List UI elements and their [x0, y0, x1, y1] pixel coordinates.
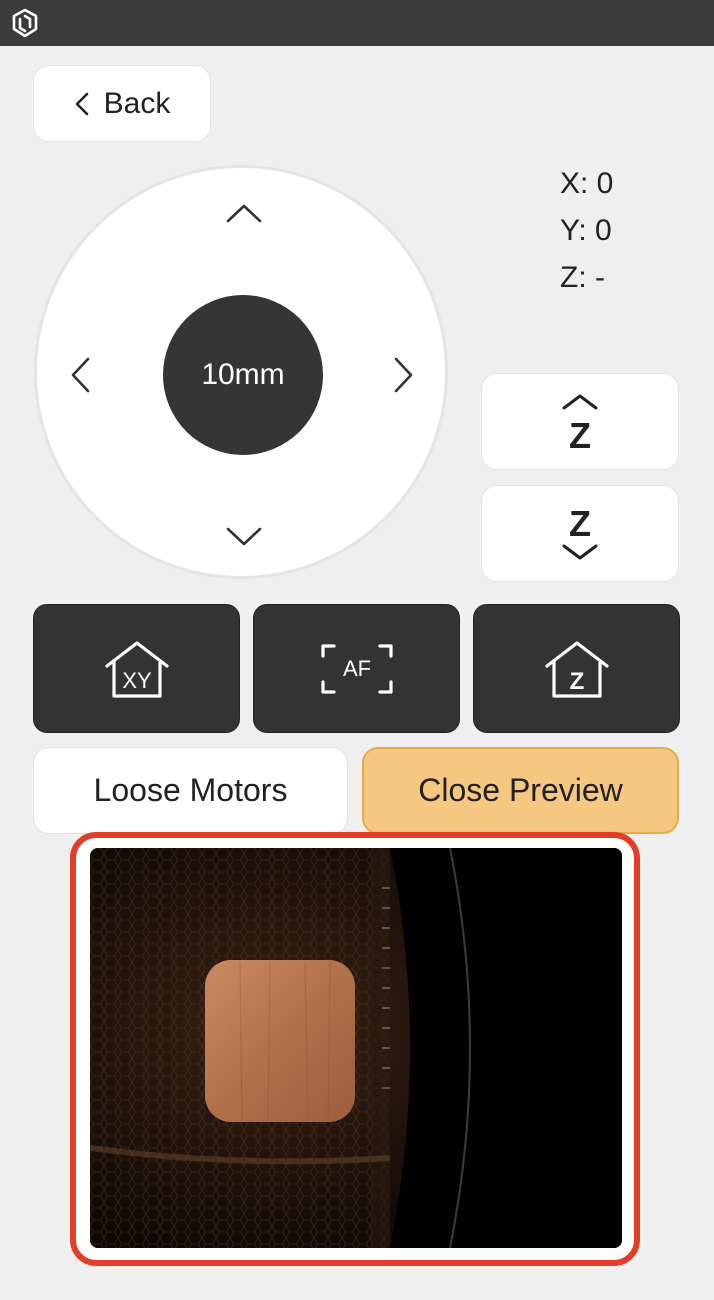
z-up-icon: Z [562, 394, 598, 454]
z-coordinate: Z: - [560, 261, 605, 294]
z-down-button[interactable]: Z [481, 485, 679, 582]
home-z-label: Z [569, 668, 584, 695]
home-xy-icon: XY [104, 640, 169, 698]
home-xy-button[interactable]: XY [33, 604, 240, 733]
app-logo-icon [12, 8, 38, 38]
home-z-icon: Z [544, 640, 609, 698]
autofocus-icon: AF [320, 643, 393, 694]
autofocus-label: AF [342, 656, 370, 681]
step-size-button[interactable]: 10mm [163, 295, 323, 455]
chevron-left-icon [71, 357, 90, 393]
chevron-down-icon [226, 527, 262, 546]
close-preview-button[interactable]: Close Preview [362, 747, 679, 834]
jog-control: 10mm [34, 165, 448, 579]
jog-down-button[interactable] [222, 515, 266, 559]
coordinates-readout: X: 0 Y: 0 Z: - [560, 165, 670, 306]
x-coordinate: X: 0 [560, 167, 614, 200]
jog-right-button[interactable] [382, 353, 426, 397]
back-button[interactable]: Back [33, 65, 211, 142]
z-down-label: Z [569, 503, 591, 544]
jog-left-button[interactable] [58, 353, 102, 397]
home-xy-label: XY [122, 668, 152, 693]
loose-motors-button[interactable]: Loose Motors [33, 747, 348, 834]
z-up-button[interactable]: Z [481, 373, 679, 470]
title-bar [0, 0, 714, 46]
camera-preview-image [90, 848, 622, 1248]
autofocus-button[interactable]: AF [253, 604, 460, 733]
chevron-right-icon [394, 357, 413, 393]
back-label: Back [103, 86, 171, 120]
y-coordinate: Y: 0 [560, 214, 612, 247]
z-up-label: Z [569, 415, 591, 454]
chevron-left-icon [75, 92, 88, 115]
chevron-up-icon [226, 204, 262, 223]
home-z-button[interactable]: Z [473, 604, 680, 733]
z-down-icon: Z [562, 503, 598, 559]
jog-up-button[interactable] [222, 191, 266, 235]
camera-preview [90, 848, 622, 1248]
